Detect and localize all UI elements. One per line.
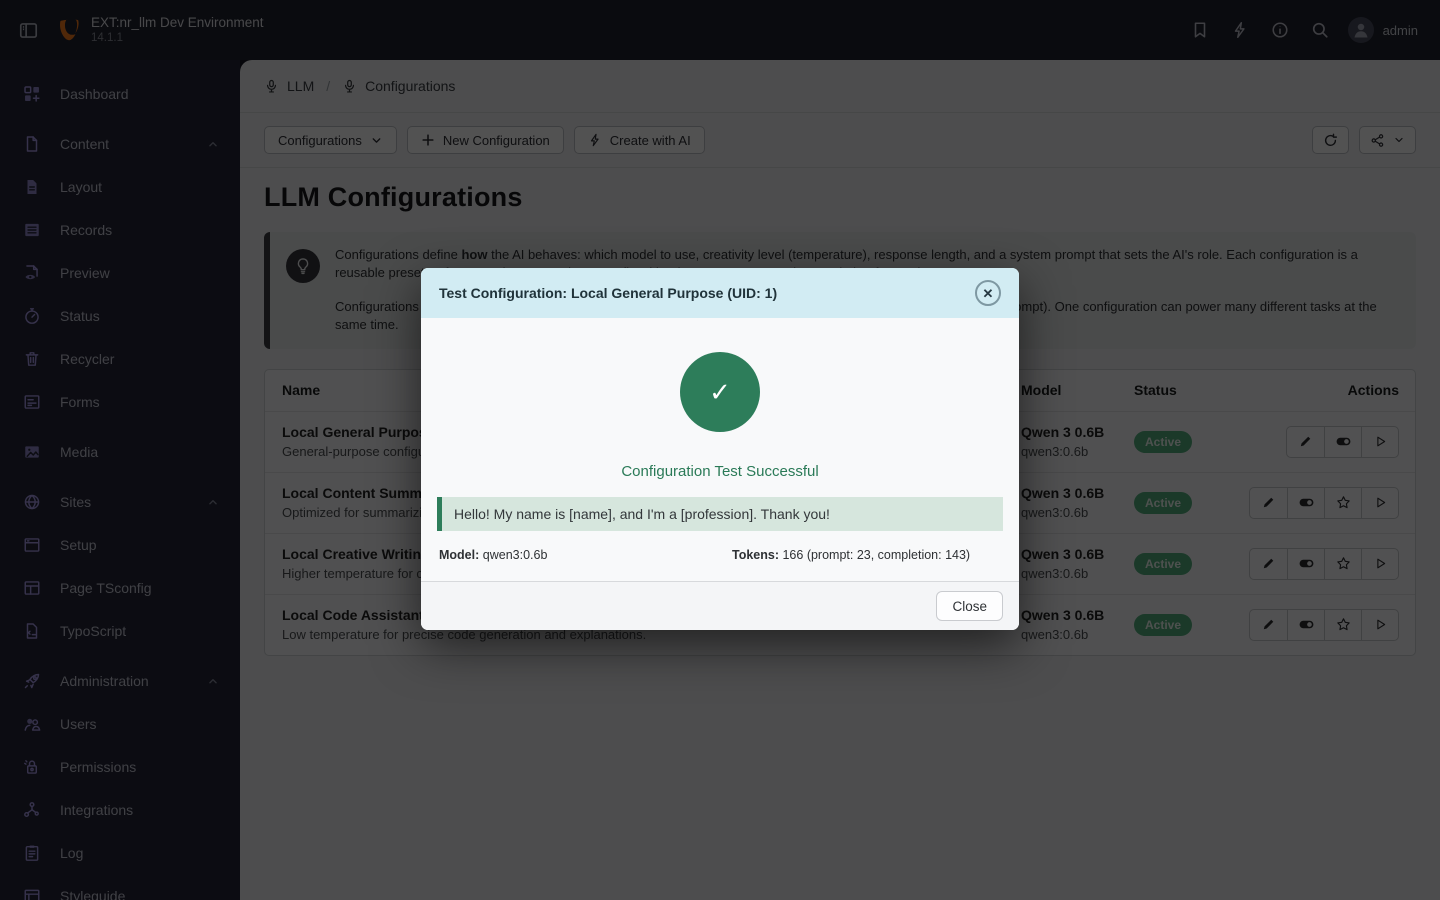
modal-close-button[interactable]: ✕ xyxy=(975,280,1001,306)
model-label: Model: xyxy=(439,548,479,562)
result-meta: Model: qwen3:0.6b Tokens: 166 (prompt: 2… xyxy=(439,548,1001,562)
model-meta: Model: qwen3:0.6b xyxy=(439,548,720,562)
close-icon: ✕ xyxy=(983,287,994,300)
test-configuration-modal: Test Configuration: Local General Purpos… xyxy=(421,268,1019,630)
modal-header: Test Configuration: Local General Purpos… xyxy=(421,268,1019,318)
model-value: qwen3:0.6b xyxy=(483,548,548,562)
tokens-label: Tokens: xyxy=(732,548,779,562)
modal-body: ✓ Configuration Test Successful Hello! M… xyxy=(421,352,1019,562)
tokens-value: 166 (prompt: 23, completion: 143) xyxy=(782,548,970,562)
success-check-circle: ✓ xyxy=(680,352,760,432)
modal-title: Test Configuration: Local General Purpos… xyxy=(439,285,777,301)
check-icon: ✓ xyxy=(709,377,731,408)
success-text: Configuration Test Successful xyxy=(437,463,1003,480)
response-message: Hello! My name is [name], and I'm a [pro… xyxy=(437,497,1003,531)
modal-footer: Close xyxy=(421,581,1019,630)
tokens-meta: Tokens: 166 (prompt: 23, completion: 143… xyxy=(720,548,1001,562)
close-button[interactable]: Close xyxy=(936,591,1003,621)
